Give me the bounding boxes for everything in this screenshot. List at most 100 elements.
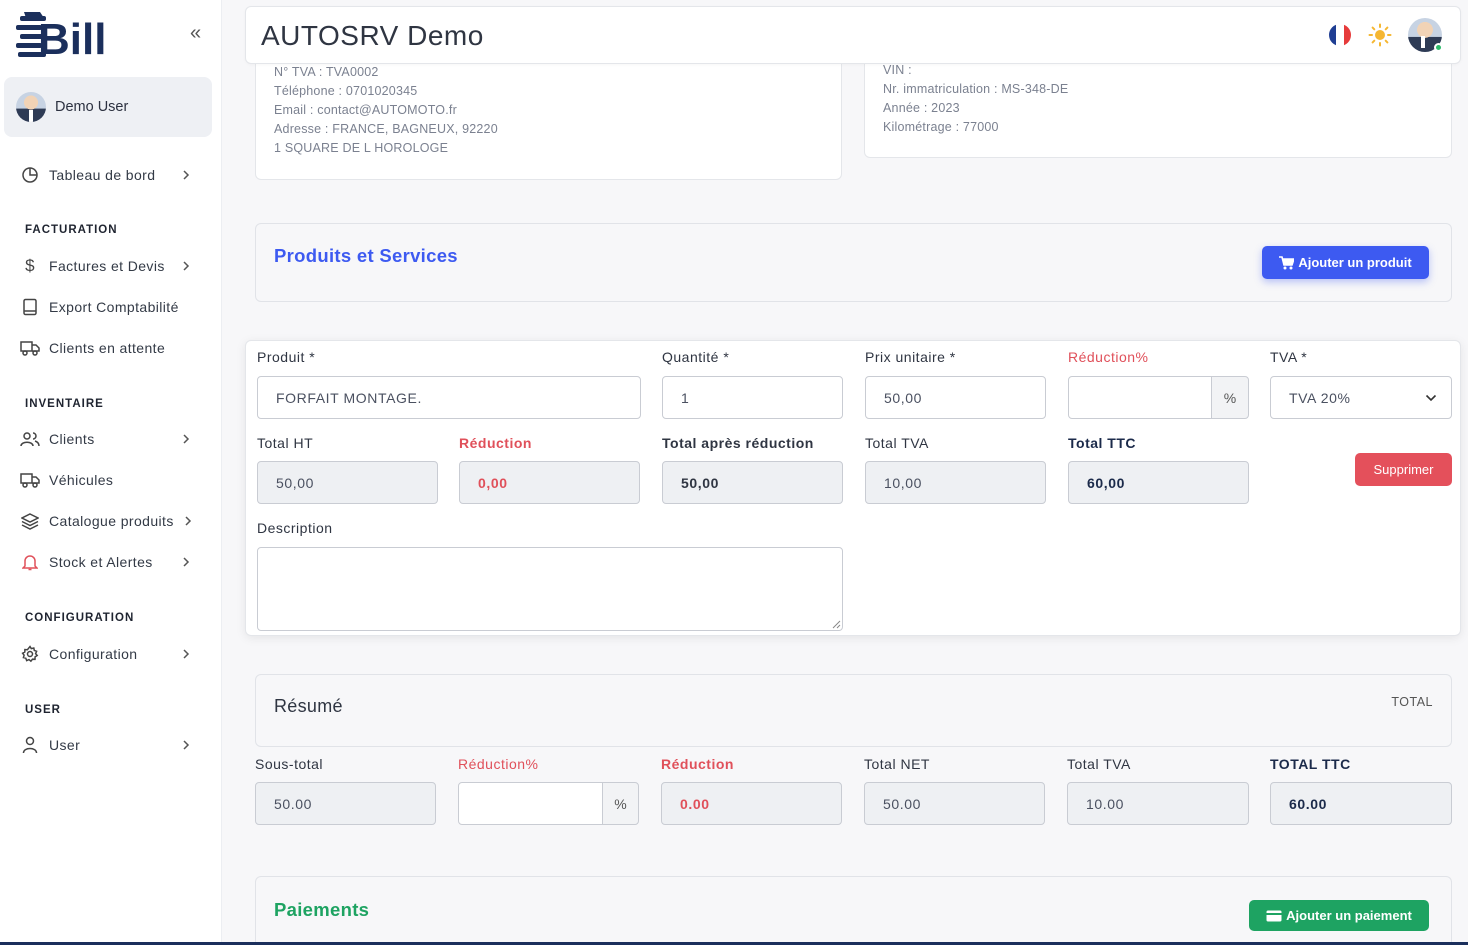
vehicle-year: Année : 2023 bbox=[883, 101, 960, 115]
total-tva-field: 10,00 bbox=[865, 461, 1046, 504]
header-avatar[interactable] bbox=[1408, 18, 1443, 52]
summary-section: Résumé TOTAL bbox=[255, 674, 1452, 747]
section-title-inventaire: INVENTAIRE bbox=[25, 398, 104, 410]
unit-price-input[interactable]: 50,00 bbox=[865, 376, 1046, 419]
product-input[interactable]: FORFAIT MONTAGE. bbox=[257, 376, 641, 419]
vehicle-plate: Nr. immatriculation : MS-348-DE bbox=[883, 82, 1069, 96]
section-title-user: USER bbox=[25, 704, 61, 716]
section-title-configuration: CONFIGURATION bbox=[25, 612, 135, 624]
gear-icon bbox=[20, 644, 40, 664]
total-ttc-label: Total TTC bbox=[1068, 435, 1137, 451]
unit-price-label: Prix unitaire * bbox=[865, 349, 956, 365]
sun-icon[interactable] bbox=[1368, 23, 1392, 47]
french-flag-icon[interactable] bbox=[1329, 24, 1351, 46]
description-label: Description bbox=[257, 520, 333, 536]
sidebar: Bill « Demo User Tableau de bord FACTURA… bbox=[0, 0, 222, 945]
summary-reduction-field: 0.00 bbox=[661, 782, 842, 825]
sidebar-item-clients-attente[interactable]: Clients en attente bbox=[20, 333, 200, 363]
sidebar-item-clients[interactable]: Clients bbox=[20, 424, 200, 454]
add-product-button[interactable]: Ajouter un produit bbox=[1262, 246, 1429, 279]
pie-chart-icon bbox=[20, 165, 40, 185]
total-ttc-field: 60,00 bbox=[1068, 461, 1249, 504]
dollar-icon: $ bbox=[25, 256, 35, 275]
sidebar-item-label: Configuration bbox=[49, 646, 138, 662]
summary-reduction-pct-label: Réduction% bbox=[458, 756, 539, 772]
subtotal-label: Sous-total bbox=[255, 756, 324, 772]
resize-handle-icon[interactable] bbox=[832, 620, 841, 629]
total-net-label: Total NET bbox=[864, 756, 930, 772]
summary-total-tva-field: 10.00 bbox=[1067, 782, 1249, 825]
sidebar-item-dashboard[interactable]: Tableau de bord bbox=[20, 160, 200, 190]
sidebar-item-label: Catalogue produits bbox=[49, 513, 174, 529]
chevron-right-icon bbox=[182, 432, 190, 448]
summary-total-ttc-label: TOTAL TTC bbox=[1270, 756, 1351, 772]
total-after-field: 50,00 bbox=[662, 461, 843, 504]
reduction-label: Réduction bbox=[459, 435, 532, 451]
product-row-form: Produit * Quantité * Prix unitaire * Réd… bbox=[245, 340, 1461, 636]
summary-total-label: TOTAL bbox=[1391, 695, 1433, 709]
total-ht-field: 50,00 bbox=[257, 461, 438, 504]
total-tva-label: Total TVA bbox=[865, 435, 929, 451]
sidebar-item-user[interactable]: User bbox=[20, 730, 200, 760]
sidebar-item-vehicules[interactable]: Véhicules bbox=[20, 465, 200, 495]
bell-icon bbox=[20, 552, 40, 572]
truck-icon bbox=[20, 470, 40, 490]
client-address: Adresse : FRANCE, BAGNEUX, 92220 bbox=[274, 122, 498, 136]
top-header: AUTOSRV Demo bbox=[245, 6, 1461, 64]
reduction-pct-label: Réduction% bbox=[1068, 349, 1149, 365]
summary-reduction-label: Réduction bbox=[661, 756, 734, 772]
delete-product-button[interactable]: Supprimer bbox=[1355, 453, 1452, 486]
add-payment-button[interactable]: Ajouter un paiement bbox=[1249, 900, 1429, 931]
book-icon bbox=[20, 297, 40, 317]
vehicle-vin: VIN : bbox=[883, 63, 912, 77]
payments-title: Paiements bbox=[274, 899, 370, 920]
sidebar-item-configuration[interactable]: Configuration bbox=[20, 639, 200, 669]
chevron-right-icon bbox=[182, 259, 190, 275]
sidebar-item-label: Stock et Alertes bbox=[49, 554, 153, 570]
tva-select[interactable]: TVA 20% bbox=[1270, 376, 1452, 419]
chevron-right-icon bbox=[182, 647, 190, 663]
quantity-label: Quantité * bbox=[662, 349, 730, 365]
summary-percent-addon: % bbox=[602, 782, 639, 825]
page-title: AUTOSRV Demo bbox=[261, 20, 484, 51]
payments-section: Paiements Ajouter un paiement bbox=[255, 876, 1452, 945]
total-net-field: 50.00 bbox=[864, 782, 1045, 825]
reduction-pct-input[interactable] bbox=[1068, 376, 1212, 419]
vehicle-mileage: Kilométrage : 77000 bbox=[883, 120, 999, 134]
car-logo-icon: Bill bbox=[16, 12, 106, 64]
description-textarea[interactable] bbox=[257, 547, 843, 631]
client-email: Email : contact@AUTOMOTO.fr bbox=[274, 103, 457, 117]
sidebar-item-label: Export Comptabilité bbox=[49, 299, 179, 315]
sidebar-item-label: User bbox=[49, 737, 81, 753]
online-status-dot bbox=[1434, 43, 1443, 52]
sidebar-item-export[interactable]: Export Comptabilité bbox=[20, 292, 200, 322]
add-product-label: Ajouter un produit bbox=[1298, 255, 1412, 270]
users-icon bbox=[20, 429, 40, 449]
percent-addon: % bbox=[1211, 376, 1249, 419]
chevron-down-icon bbox=[1425, 394, 1437, 402]
cart-icon bbox=[1279, 255, 1295, 269]
credit-card-icon bbox=[1266, 910, 1282, 921]
sidebar-item-label: Clients bbox=[49, 431, 95, 447]
total-ht-label: Total HT bbox=[257, 435, 314, 451]
quantity-input[interactable]: 1 bbox=[662, 376, 843, 419]
products-section: Produits et Services Ajouter un produit bbox=[255, 223, 1452, 302]
chevron-right-icon bbox=[182, 168, 190, 184]
section-title-facturation: FACTURATION bbox=[25, 224, 118, 236]
sidebar-item-label: Clients en attente bbox=[49, 340, 166, 356]
summary-total-ttc-field: 60.00 bbox=[1270, 782, 1452, 825]
tva-label: TVA * bbox=[1270, 349, 1308, 365]
summary-title: Résumé bbox=[274, 696, 343, 716]
client-street: 1 SQUARE DE L HOROLOGE bbox=[274, 141, 449, 155]
summary-reduction-pct-input[interactable] bbox=[458, 782, 603, 825]
bill-logo[interactable]: Bill bbox=[14, 8, 110, 64]
sidebar-item-label: Factures et Devis bbox=[49, 258, 165, 274]
client-tva: N° TVA : TVA0002 bbox=[274, 65, 379, 79]
sidebar-item-label: Tableau de bord bbox=[49, 167, 156, 183]
sidebar-item-catalogue[interactable]: Catalogue produits bbox=[20, 506, 200, 536]
layers-icon bbox=[20, 511, 40, 531]
collapse-sidebar-icon[interactable]: « bbox=[190, 22, 201, 45]
sidebar-item-factures[interactable]: $ Factures et Devis bbox=[20, 251, 200, 281]
sidebar-item-stock[interactable]: Stock et Alertes bbox=[20, 547, 200, 577]
sidebar-user-card[interactable]: Demo User bbox=[4, 77, 212, 137]
